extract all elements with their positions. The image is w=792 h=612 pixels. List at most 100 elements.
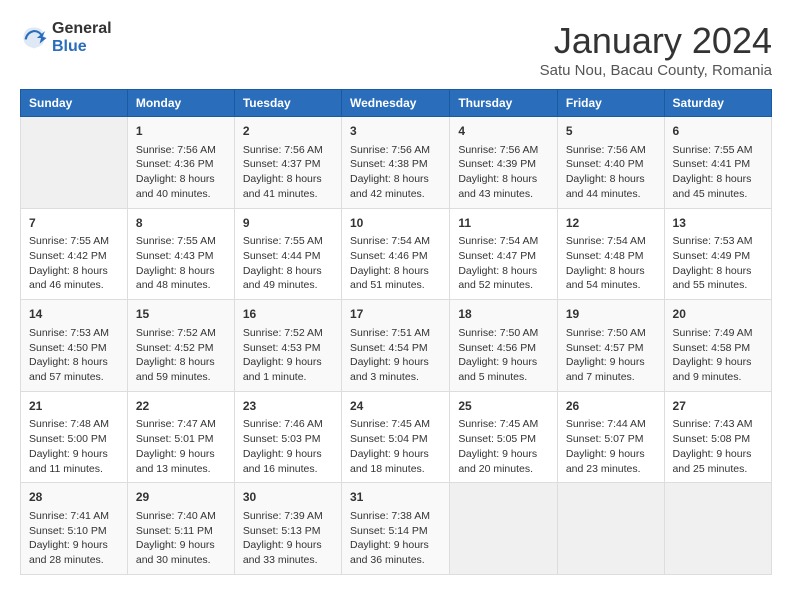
day-info: Sunrise: 7:41 AMSunset: 5:10 PMDaylight:… — [29, 509, 119, 568]
calendar-table: Sunday Monday Tuesday Wednesday Thursday… — [20, 89, 772, 575]
day-info: Sunrise: 7:47 AMSunset: 5:01 PMDaylight:… — [136, 417, 226, 476]
calendar-cell: 26 Sunrise: 7:44 AMSunset: 5:07 PMDayligh… — [557, 391, 664, 483]
day-number: 26 — [566, 398, 656, 415]
day-info: Sunrise: 7:40 AMSunset: 5:11 PMDaylight:… — [136, 509, 226, 568]
day-info: Sunrise: 7:50 AMSunset: 4:57 PMDaylight:… — [566, 326, 656, 385]
day-number: 20 — [673, 306, 763, 323]
day-info: Sunrise: 7:49 AMSunset: 4:58 PMDaylight:… — [673, 326, 763, 385]
calendar-cell: 27 Sunrise: 7:43 AMSunset: 5:08 PMDayligh… — [664, 391, 771, 483]
day-number: 14 — [29, 306, 119, 323]
calendar-cell: 2 Sunrise: 7:56 AMSunset: 4:37 PMDaylight… — [234, 117, 341, 209]
day-number: 6 — [673, 123, 763, 140]
day-info: Sunrise: 7:48 AMSunset: 5:00 PMDaylight:… — [29, 417, 119, 476]
header-saturday: Saturday — [664, 90, 771, 117]
day-info: Sunrise: 7:52 AMSunset: 4:52 PMDaylight:… — [136, 326, 226, 385]
page-header: General Blue January 2024 Satu Nou, Baca… — [20, 20, 772, 79]
calendar-cell: 19 Sunrise: 7:50 AMSunset: 4:57 PMDayligh… — [557, 300, 664, 392]
day-number: 23 — [243, 398, 333, 415]
logo-text: General Blue — [52, 20, 112, 55]
day-number: 4 — [458, 123, 549, 140]
calendar-week-row: 28 Sunrise: 7:41 AMSunset: 5:10 PMDayligh… — [21, 483, 772, 575]
calendar-cell: 28 Sunrise: 7:41 AMSunset: 5:10 PMDayligh… — [21, 483, 128, 575]
calendar-week-row: 7Sunrise: 7:55 AMSunset: 4:42 PMDaylight… — [21, 208, 772, 300]
day-number: 24 — [350, 398, 441, 415]
day-info: Sunrise: 7:54 AMSunset: 4:46 PMDaylight:… — [350, 234, 441, 293]
calendar-cell: 14 Sunrise: 7:53 AMSunset: 4:50 PMDayligh… — [21, 300, 128, 392]
day-info: Sunrise: 7:46 AMSunset: 5:03 PMDaylight:… — [243, 417, 333, 476]
header-wednesday: Wednesday — [341, 90, 449, 117]
calendar-cell: 7Sunrise: 7:55 AMSunset: 4:42 PMDaylight… — [21, 208, 128, 300]
day-info: Sunrise: 7:56 AMSunset: 4:39 PMDaylight:… — [458, 143, 549, 202]
calendar-cell: 18Sunrise: 7:50 AMSunset: 4:56 PMDayligh… — [450, 300, 558, 392]
day-info: Sunrise: 7:56 AMSunset: 4:37 PMDaylight:… — [243, 143, 333, 202]
calendar-cell: 23 Sunrise: 7:46 AMSunset: 5:03 PMDayligh… — [234, 391, 341, 483]
day-number: 5 — [566, 123, 656, 140]
day-info: Sunrise: 7:56 AMSunset: 4:36 PMDaylight:… — [136, 143, 226, 202]
day-number: 22 — [136, 398, 226, 415]
day-info: Sunrise: 7:44 AMSunset: 5:07 PMDaylight:… — [566, 417, 656, 476]
day-number: 16 — [243, 306, 333, 323]
header-friday: Friday — [557, 90, 664, 117]
location: Satu Nou, Bacau County, Romania — [540, 62, 772, 79]
calendar-cell: 11 Sunrise: 7:54 AMSunset: 4:47 PMDayligh… — [450, 208, 558, 300]
calendar-cell — [450, 483, 558, 575]
day-info: Sunrise: 7:54 AMSunset: 4:48 PMDaylight:… — [566, 234, 656, 293]
day-number: 2 — [243, 123, 333, 140]
day-number: 29 — [136, 489, 226, 506]
day-info: Sunrise: 7:55 AMSunset: 4:41 PMDaylight:… — [673, 143, 763, 202]
calendar-cell: 15Sunrise: 7:52 AMSunset: 4:52 PMDayligh… — [127, 300, 234, 392]
day-number: 11 — [458, 215, 549, 232]
day-info: Sunrise: 7:39 AMSunset: 5:13 PMDaylight:… — [243, 509, 333, 568]
calendar-cell: 31Sunrise: 7:38 AMSunset: 5:14 PMDayligh… — [341, 483, 449, 575]
calendar-cell: 3Sunrise: 7:56 AMSunset: 4:38 PMDaylight… — [341, 117, 449, 209]
calendar-cell: 12 Sunrise: 7:54 AMSunset: 4:48 PMDayligh… — [557, 208, 664, 300]
calendar-cell: 30 Sunrise: 7:39 AMSunset: 5:13 PMDayligh… — [234, 483, 341, 575]
calendar-cell: 29 Sunrise: 7:40 AMSunset: 5:11 PMDayligh… — [127, 483, 234, 575]
calendar-cell: 8 Sunrise: 7:55 AMSunset: 4:43 PMDaylight… — [127, 208, 234, 300]
calendar-cell — [557, 483, 664, 575]
logo: General Blue — [20, 20, 112, 55]
header-tuesday: Tuesday — [234, 90, 341, 117]
day-number: 28 — [29, 489, 119, 506]
calendar-cell: 21 Sunrise: 7:48 AMSunset: 5:00 PMDayligh… — [21, 391, 128, 483]
calendar-cell: 20 Sunrise: 7:49 AMSunset: 4:58 PMDayligh… — [664, 300, 771, 392]
header-monday: Monday — [127, 90, 234, 117]
calendar-cell: 6 Sunrise: 7:55 AMSunset: 4:41 PMDaylight… — [664, 117, 771, 209]
calendar-cell: 1 Sunrise: 7:56 AMSunset: 4:36 PMDaylight… — [127, 117, 234, 209]
day-number: 19 — [566, 306, 656, 323]
day-info: Sunrise: 7:43 AMSunset: 5:08 PMDaylight:… — [673, 417, 763, 476]
day-info: Sunrise: 7:53 AMSunset: 4:50 PMDaylight:… — [29, 326, 119, 385]
day-info: Sunrise: 7:51 AMSunset: 4:54 PMDaylight:… — [350, 326, 441, 385]
day-number: 31 — [350, 489, 441, 506]
calendar-header-row: Sunday Monday Tuesday Wednesday Thursday… — [21, 90, 772, 117]
day-info: Sunrise: 7:54 AMSunset: 4:47 PMDaylight:… — [458, 234, 549, 293]
day-number: 21 — [29, 398, 119, 415]
title-block: January 2024 Satu Nou, Bacau County, Rom… — [540, 20, 772, 79]
day-number: 13 — [673, 215, 763, 232]
day-number: 18 — [458, 306, 549, 323]
calendar-cell: 17 Sunrise: 7:51 AMSunset: 4:54 PMDayligh… — [341, 300, 449, 392]
day-number: 3 — [350, 123, 441, 140]
calendar-cell — [21, 117, 128, 209]
logo-blue: Blue — [52, 38, 112, 56]
header-thursday: Thursday — [450, 90, 558, 117]
calendar-week-row: 14 Sunrise: 7:53 AMSunset: 4:50 PMDayligh… — [21, 300, 772, 392]
calendar-cell: 25 Sunrise: 7:45 AMSunset: 5:05 PMDayligh… — [450, 391, 558, 483]
day-number: 17 — [350, 306, 441, 323]
header-sunday: Sunday — [21, 90, 128, 117]
day-number: 10 — [350, 215, 441, 232]
logo-icon — [20, 24, 48, 52]
day-number: 1 — [136, 123, 226, 140]
day-info: Sunrise: 7:45 AMSunset: 5:05 PMDaylight:… — [458, 417, 549, 476]
calendar-cell: 16Sunrise: 7:52 AMSunset: 4:53 PMDayligh… — [234, 300, 341, 392]
day-number: 12 — [566, 215, 656, 232]
calendar-cell: 5Sunrise: 7:56 AMSunset: 4:40 PMDaylight… — [557, 117, 664, 209]
day-number: 27 — [673, 398, 763, 415]
day-info: Sunrise: 7:55 AMSunset: 4:43 PMDaylight:… — [136, 234, 226, 293]
calendar-week-row: 1 Sunrise: 7:56 AMSunset: 4:36 PMDaylight… — [21, 117, 772, 209]
day-number: 30 — [243, 489, 333, 506]
calendar-cell: 10 Sunrise: 7:54 AMSunset: 4:46 PMDayligh… — [341, 208, 449, 300]
day-number: 7 — [29, 215, 119, 232]
day-number: 25 — [458, 398, 549, 415]
day-number: 8 — [136, 215, 226, 232]
